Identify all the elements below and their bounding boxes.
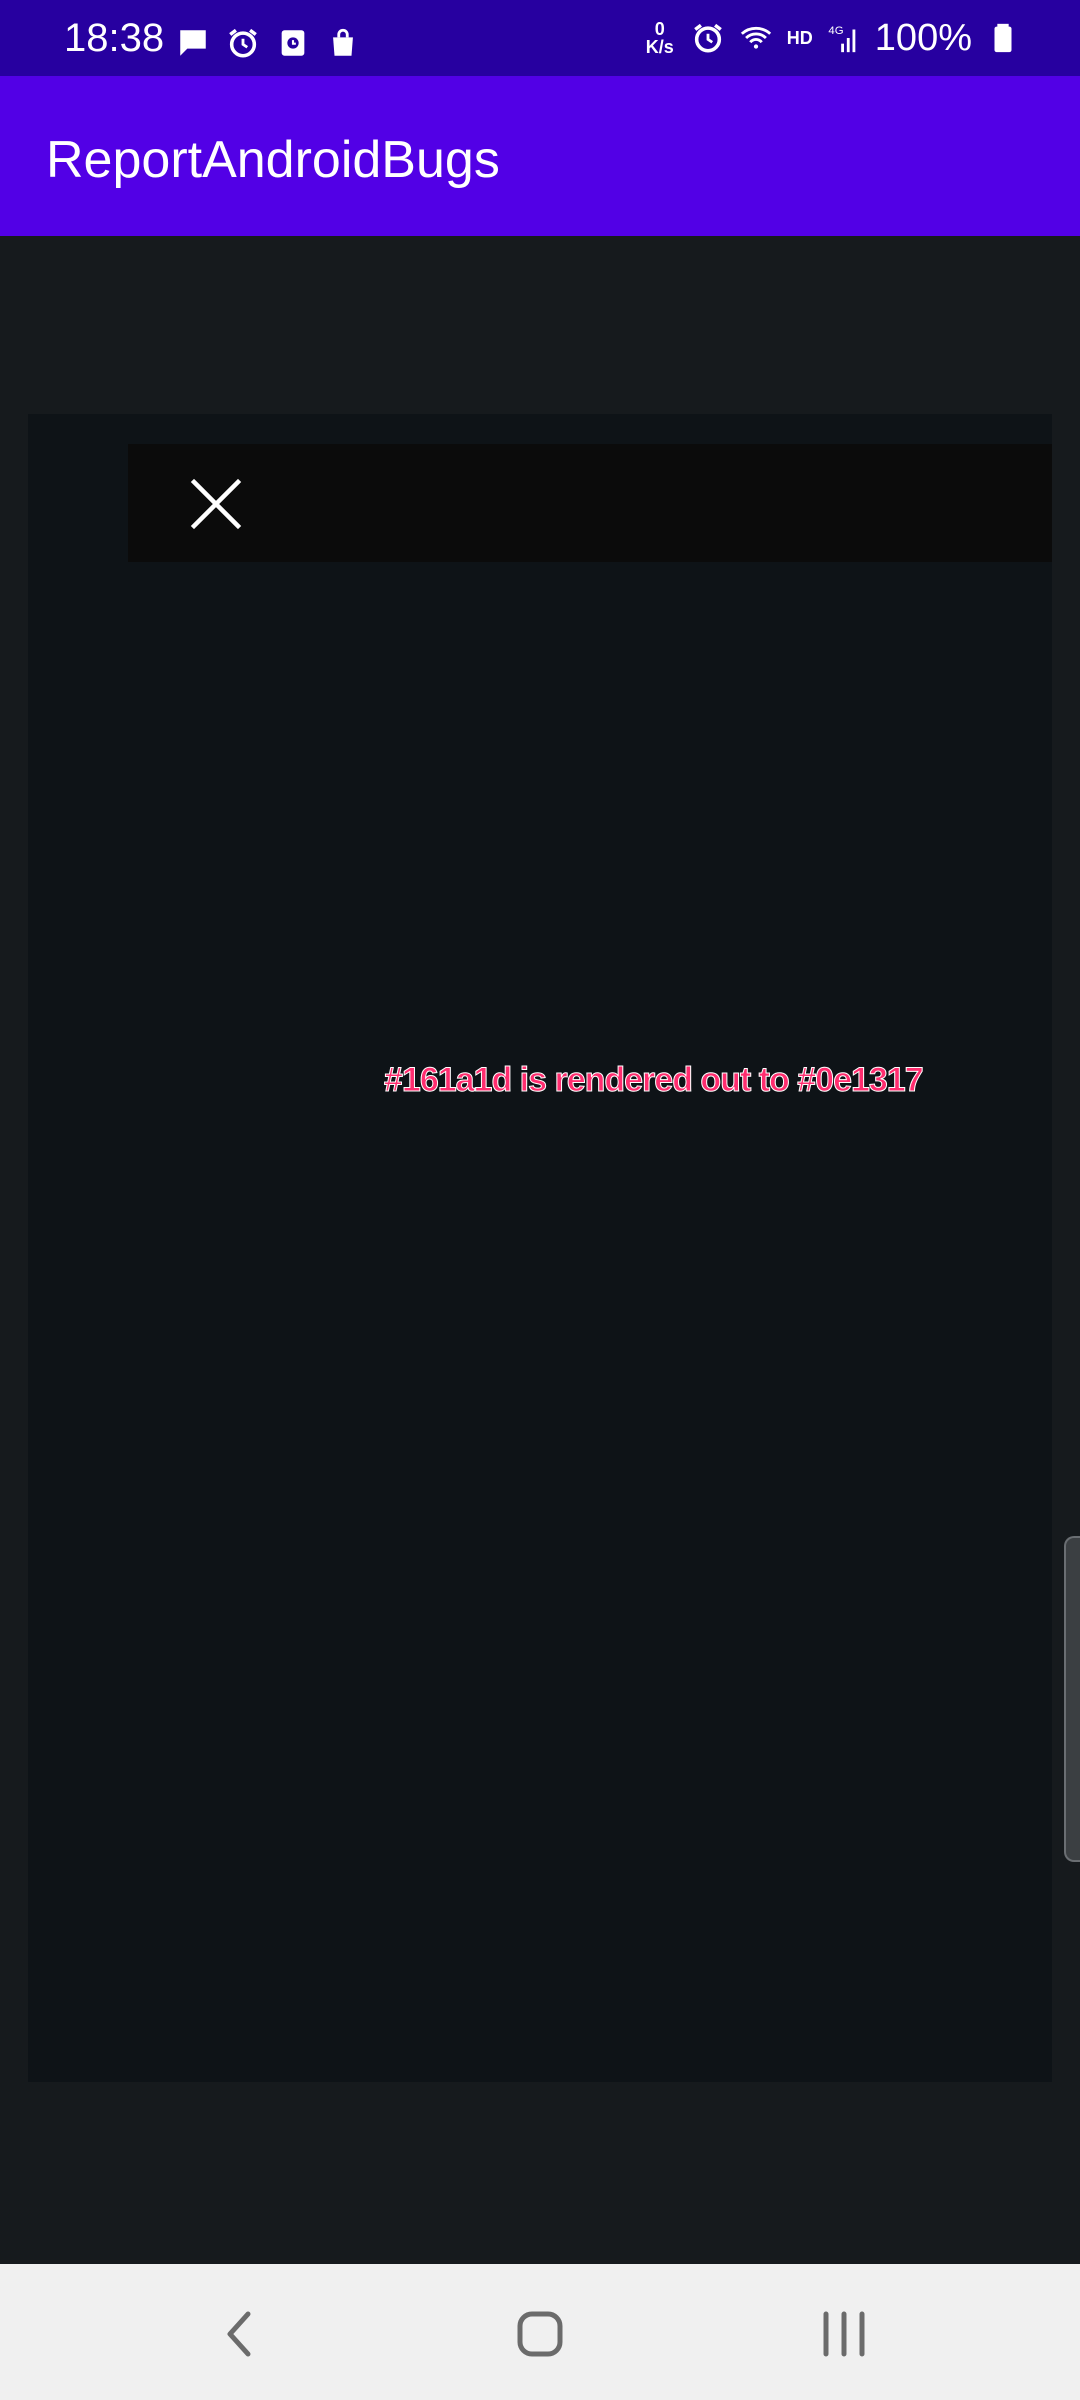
edge-panel-handle[interactable] (1064, 1536, 1080, 1862)
network-speed-unit: K/s (645, 37, 674, 57)
back-button[interactable] (198, 2294, 278, 2374)
network-speed-value: 0 (654, 19, 665, 39)
system-status-icons: 0 K/s HD 4G 100% (643, 18, 1020, 58)
home-icon (517, 2311, 563, 2357)
battery-percent: 100% (874, 17, 972, 59)
battery-icon (994, 23, 1012, 53)
main-content: #161a1d is rendered out to #0e1317 (0, 236, 1080, 2264)
message-icon (180, 30, 206, 56)
status-bar: 18:38 0 K/s HD 4G 100% (0, 0, 1080, 76)
close-icon (190, 478, 242, 530)
network-type-label: 4G (828, 25, 843, 37)
render-message: #161a1d is rendered out to #0e1317 (384, 1061, 925, 1100)
recents-button[interactable] (804, 2294, 884, 2374)
shopping-bag-icon (333, 28, 353, 56)
toolbar (128, 444, 1052, 562)
status-time: 18:38 (64, 16, 165, 60)
alarm-icon (693, 23, 722, 53)
app-title: ReportAndroidBugs (46, 131, 500, 189)
inner-panel: #161a1d is rendered out to #0e1317 (28, 414, 1052, 2082)
recents-icon (823, 2311, 865, 2357)
hd-label: HD (786, 27, 813, 48)
calendar-icon (281, 30, 305, 56)
signal-icon: 4G (828, 25, 856, 53)
home-button[interactable] (500, 2294, 580, 2374)
wifi-icon (740, 26, 771, 49)
app-bar: ReportAndroidBugs (0, 76, 1080, 236)
notification-icons (176, 26, 360, 60)
navigation-bar (0, 2264, 1080, 2400)
network-speed: 0 K/s (643, 20, 677, 56)
close-button[interactable] (190, 478, 242, 530)
alarm-icon (229, 28, 257, 58)
back-icon (227, 2311, 251, 2357)
